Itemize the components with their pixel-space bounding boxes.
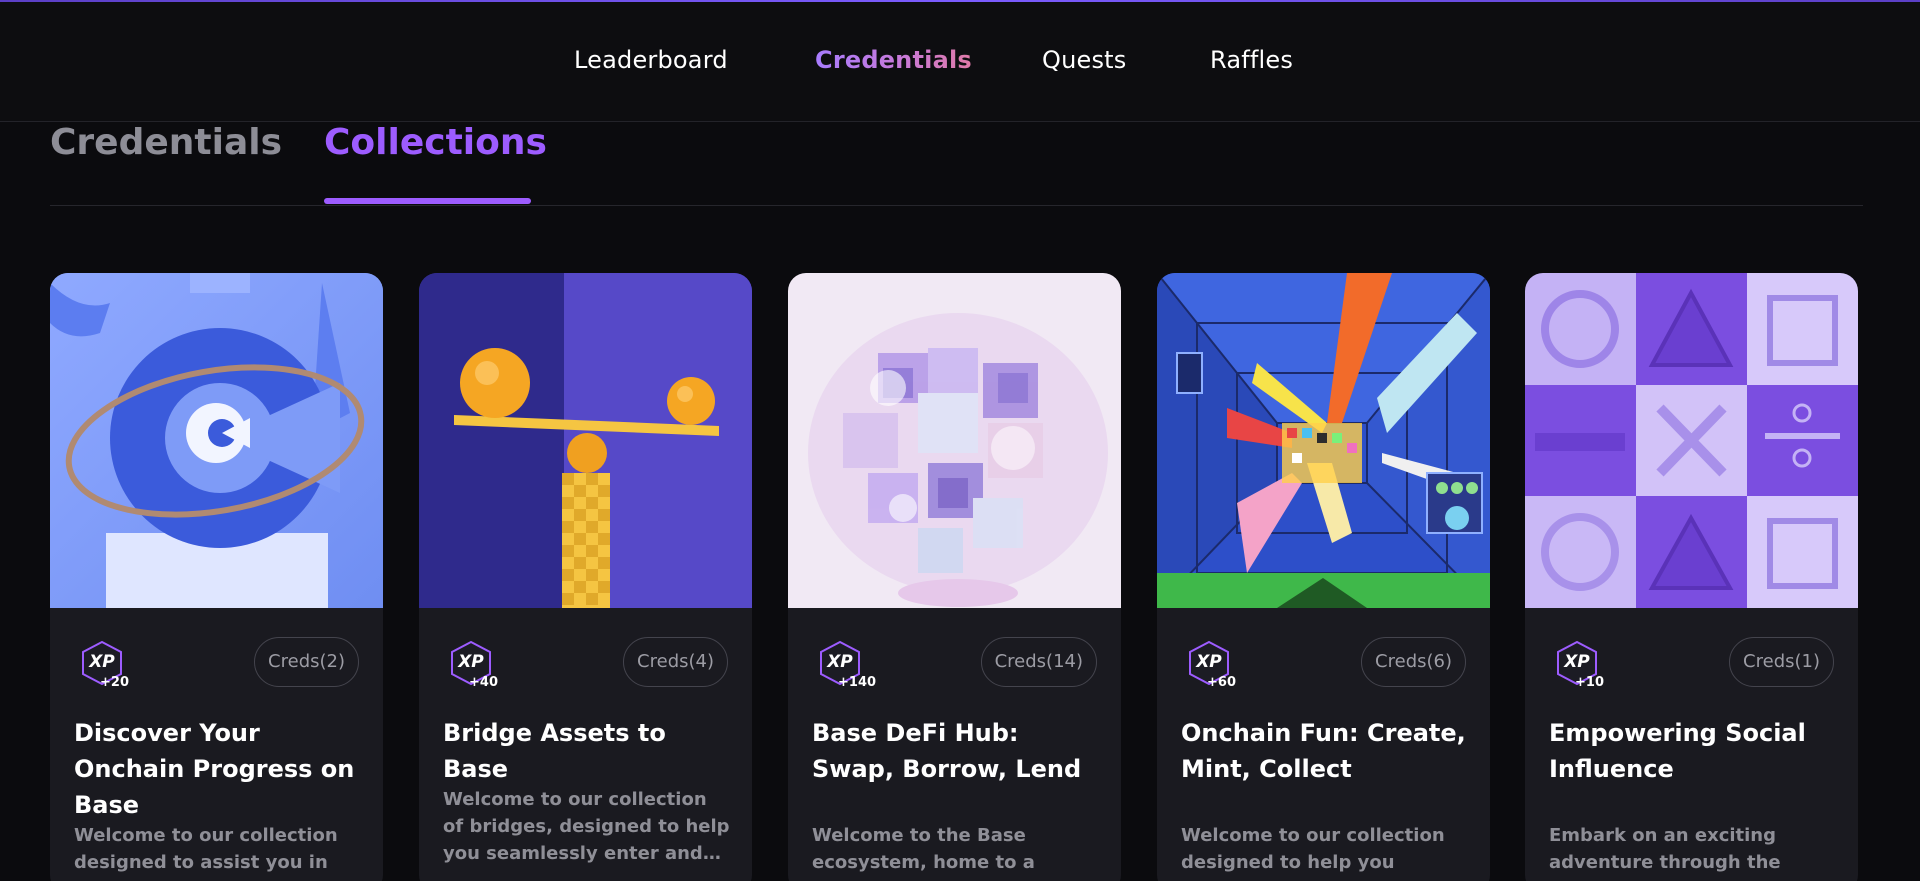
nav-quests[interactable]: Quests: [1042, 46, 1127, 74]
collection-card[interactable]: XP +20 Creds(2) Discover Your Onchain Pr…: [50, 273, 383, 881]
top-navigation: Leaderboard Credentials Quests Raffles: [0, 2, 1920, 122]
card-description: Welcome to our collection of bridges, de…: [443, 789, 730, 864]
shape-tiles-image: [1525, 273, 1858, 608]
xp-amount: +40: [469, 675, 498, 690]
creds-count-badge: Creds(1): [1729, 637, 1834, 687]
xp-badge: XP +140: [818, 640, 876, 690]
creds-count-badge: Creds(14): [980, 637, 1097, 687]
card-description: Welcome to our collection designed to he…: [1181, 825, 1445, 881]
xp-badge: XP +10: [1555, 640, 1604, 690]
tab-credentials[interactable]: Credentials: [50, 122, 282, 163]
card-title: Empowering Social Influence: [1549, 719, 1806, 783]
xp-badge: XP +40: [449, 640, 498, 690]
xp-badge: XP +60: [1187, 640, 1236, 690]
xp-amount: +20: [100, 675, 129, 690]
card-description: Embark on an exciting adventure through …: [1549, 825, 1805, 881]
arcade-tunnel-image: [1157, 273, 1490, 608]
card-title: Discover Your Onchain Progress on Base: [74, 719, 355, 819]
collection-card[interactable]: XP +60 Creds(6) Onchain Fun: Create, Min…: [1157, 273, 1490, 881]
glass-cubes-image: [788, 273, 1121, 608]
collection-card[interactable]: XP +10 Creds(1) Empowering Social Influe…: [1525, 273, 1858, 881]
active-tab-indicator: [324, 198, 531, 204]
xp-amount: +10: [1575, 675, 1604, 690]
xp-label: XP: [1196, 652, 1222, 672]
tab-collections[interactable]: Collections: [324, 122, 547, 163]
collection-card[interactable]: XP +40 Creds(4) Bridge Assets to Base We…: [419, 273, 752, 881]
xp-amount: +140: [838, 675, 877, 690]
balance-scale-image: [419, 273, 752, 608]
collection-card[interactable]: XP +140 Creds(14) Base DeFi Hub: Swap, B…: [788, 273, 1121, 881]
card-title: Onchain Fun: Create, Mint, Collect: [1181, 719, 1466, 783]
nav-leaderboard[interactable]: Leaderboard: [574, 46, 728, 74]
xp-label: XP: [89, 652, 115, 672]
xp-amount: +60: [1207, 675, 1236, 690]
card-title: Bridge Assets to Base: [443, 719, 666, 783]
xp-label: XP: [827, 652, 853, 672]
nav-credentials[interactable]: Credentials: [815, 46, 972, 74]
sub-tabs: Credentials Collections: [0, 122, 1920, 207]
xp-badge: XP +20: [80, 640, 129, 690]
card-title: Base DeFi Hub: Swap, Borrow, Lend: [812, 719, 1082, 783]
creds-count-badge: Creds(4): [623, 637, 728, 687]
xp-label: XP: [1564, 652, 1590, 672]
card-description: Welcome to the Base ecosystem, home to a…: [812, 825, 1035, 881]
creds-count-badge: Creds(2): [254, 637, 359, 687]
creds-count-badge: Creds(6): [1361, 637, 1466, 687]
card-description: Welcome to our collection designed to as…: [74, 825, 354, 881]
nav-raffles[interactable]: Raffles: [1210, 46, 1293, 74]
ring-c-logo-image: [50, 273, 383, 608]
xp-label: XP: [458, 652, 484, 672]
tabs-divider: [50, 205, 1863, 206]
